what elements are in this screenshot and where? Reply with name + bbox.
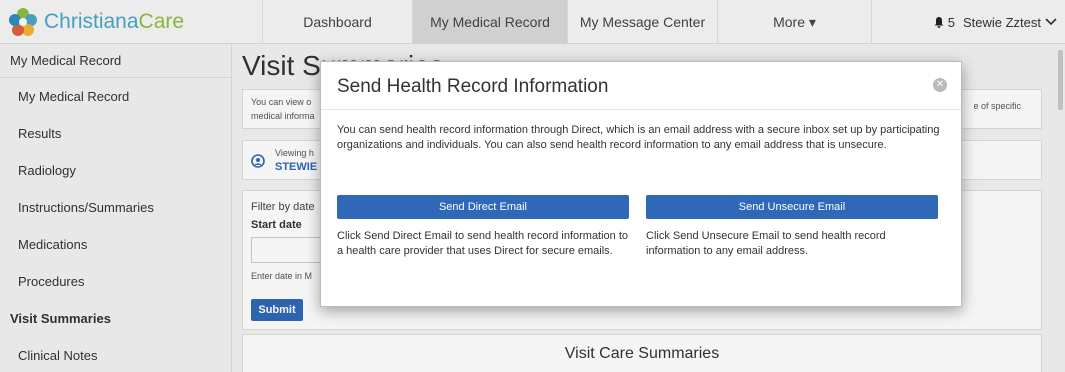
modal-divider	[321, 109, 961, 110]
unsecure-email-note: Click Send Unsecure Email to send health…	[646, 230, 886, 257]
send-unsecure-email-button[interactable]: Send Unsecure Email	[646, 195, 938, 219]
close-icon[interactable]: ✕	[933, 78, 947, 92]
modal-description: You can send health record information t…	[337, 124, 940, 151]
send-health-record-modal: Send Health Record Information ✕ You can…	[320, 61, 962, 307]
send-direct-email-button[interactable]: Send Direct Email	[337, 195, 629, 219]
modal-title: Send Health Record Information	[337, 76, 609, 97]
direct-email-note: Click Send Direct Email to send health r…	[337, 230, 629, 257]
